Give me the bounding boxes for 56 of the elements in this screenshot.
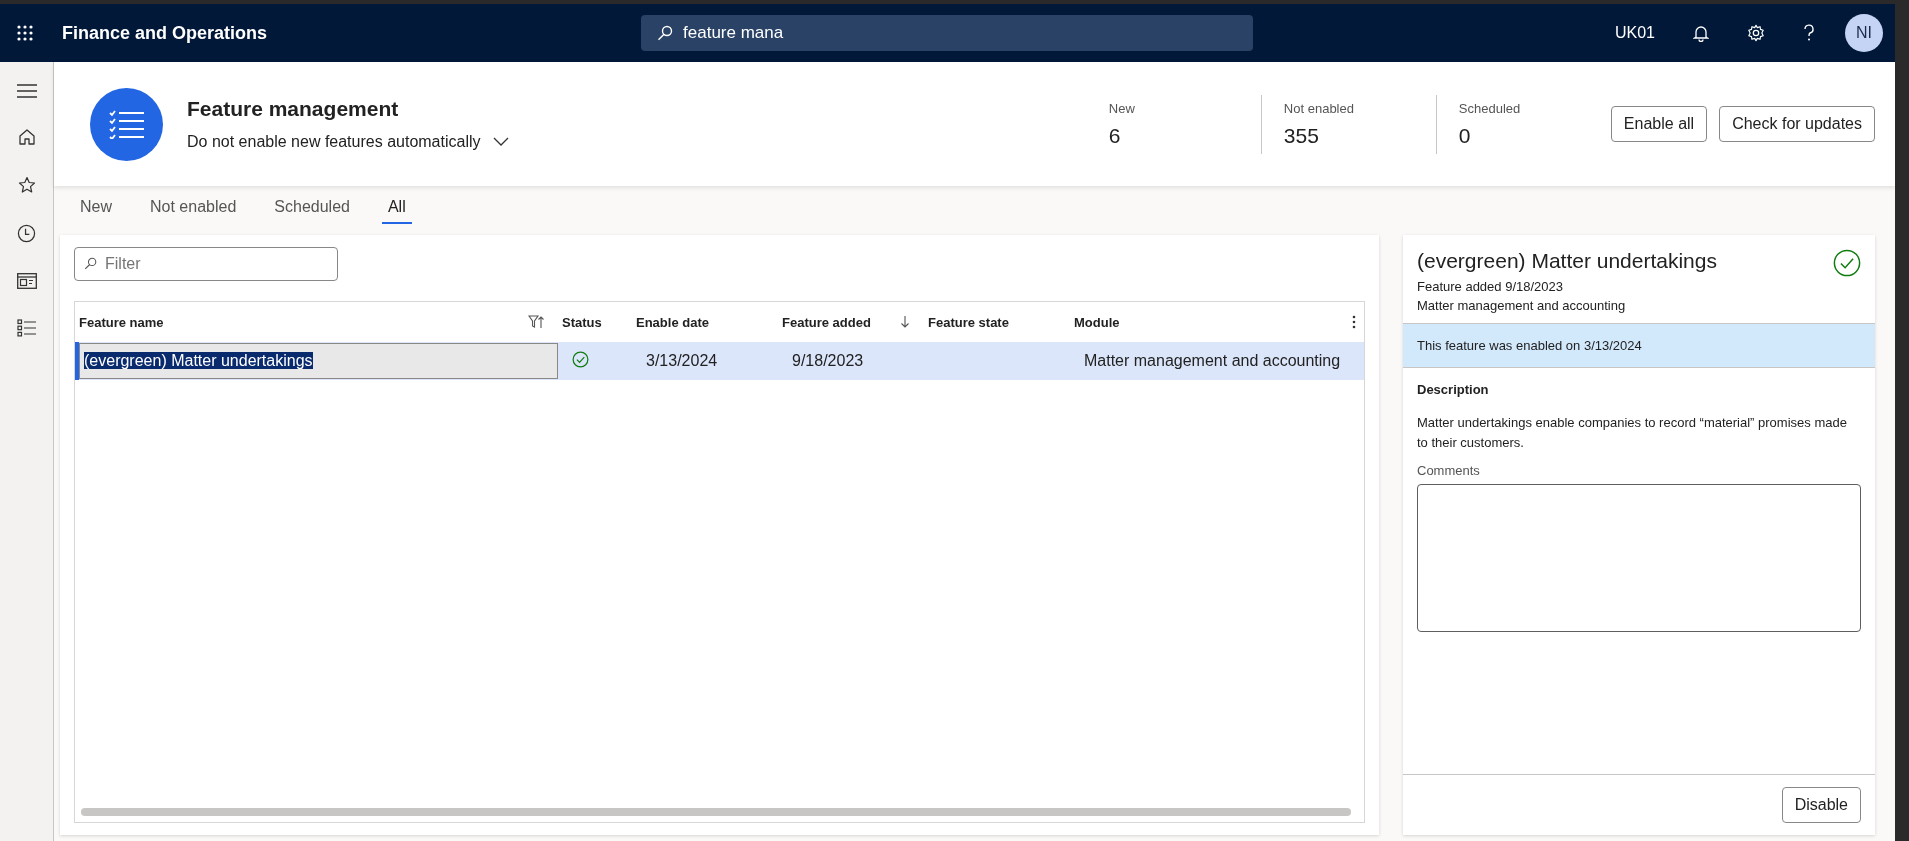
detail-title: (evergreen) Matter undertakings — [1417, 249, 1718, 273]
stat-label: Scheduled — [1458, 100, 1522, 116]
disable-button[interactable]: Disable — [1781, 787, 1861, 823]
user-avatar[interactable]: NI — [1845, 14, 1883, 52]
tab[interactable]: Scheduled — [268, 198, 356, 222]
comments-label: Comments — [1417, 463, 1481, 478]
column-header[interactable]: Enable date — [632, 302, 778, 342]
workspace-icon[interactable] — [16, 273, 37, 289]
star-icon[interactable] — [17, 176, 36, 194]
app-launcher-icon[interactable] — [16, 24, 34, 42]
list-icon[interactable] — [16, 319, 37, 337]
column-header[interactable]: Feature name — [75, 302, 558, 342]
table-cell: 9/18/2023 — [792, 352, 864, 369]
search-field[interactable]: feature mana — [641, 15, 1254, 51]
description-text: Matter undertakings enable companies to record “material” promises made to their customers. — [1417, 414, 1848, 452]
stat-value: 0 — [1458, 123, 1472, 148]
search-icon — [84, 257, 97, 270]
tab[interactable]: New — [74, 198, 118, 222]
stat-value: 355 — [1283, 123, 1320, 148]
header-button[interactable]: Check for updates — [1719, 106, 1875, 142]
chevron-down-icon[interactable] — [492, 137, 509, 147]
table-cell: 3/13/2024 — [646, 352, 718, 369]
detail-added-date: Feature added 9/18/2023 — [1417, 279, 1564, 294]
column-header[interactable]: Feature added — [778, 302, 924, 342]
more-options-icon[interactable] — [1352, 315, 1356, 329]
comments-field[interactable] — [1417, 484, 1861, 632]
company-picker[interactable]: UK01 — [1614, 24, 1655, 42]
home-icon[interactable] — [17, 128, 36, 146]
filter-sort-icon[interactable] — [528, 315, 544, 329]
stat-label: Not enabled — [1283, 100, 1355, 116]
table-cell: Matter management and accounting — [1084, 352, 1341, 369]
help-icon[interactable] — [1803, 24, 1815, 42]
table-cell[interactable]: (evergreen) Matter undertakings — [79, 343, 558, 379]
header-button[interactable]: Enable all — [1610, 106, 1708, 142]
column-header[interactable]: Feature state — [924, 302, 1070, 342]
stat-label: New — [1108, 100, 1136, 116]
column-header[interactable]: Status — [558, 302, 632, 342]
app-title: Finance and Operations — [62, 22, 268, 44]
description-label: Description — [1417, 382, 1490, 397]
sort-descending-icon[interactable] — [900, 315, 910, 329]
clock-icon[interactable] — [17, 224, 36, 243]
notification-bell-icon[interactable] — [1693, 24, 1709, 42]
table-row[interactable]: (evergreen) Matter undertakings 3/13/2024 9/18/2023 Matter management and accounting — [75, 342, 1364, 380]
settings-icon[interactable] — [1747, 24, 1765, 42]
page-title: Feature management — [187, 97, 400, 121]
tab[interactable]: Not enabled — [144, 198, 243, 222]
stat-value: 6 — [1108, 123, 1122, 148]
auto-enable-dropdown[interactable]: Do not enable new features automatically — [187, 133, 509, 151]
column-header[interactable]: Module — [1070, 302, 1364, 342]
tab[interactable]: All — [381, 198, 412, 224]
enabled-notice: This feature was enabled on 3/13/2024 — [1403, 324, 1875, 368]
scrollbar-thumb[interactable] — [81, 808, 1351, 816]
filter-field[interactable]: Filter — [74, 247, 338, 281]
menu-icon[interactable] — [16, 84, 37, 98]
search-icon — [657, 25, 674, 41]
detail-module: Matter management and accounting — [1417, 298, 1627, 313]
